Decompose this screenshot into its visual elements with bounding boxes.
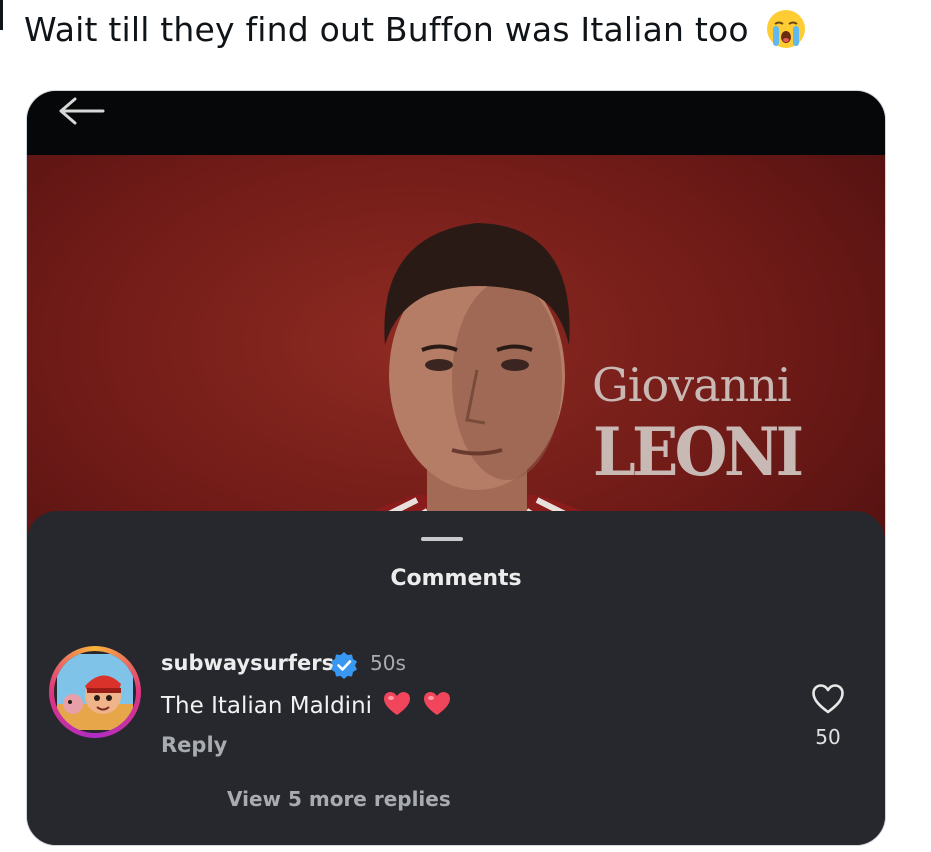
red-heart-icon <box>423 692 450 715</box>
avatar-image <box>54 651 136 733</box>
view-more-replies-button[interactable]: View 5 more replies <box>227 787 451 811</box>
drag-handle[interactable] <box>421 537 463 541</box>
verified-badge-icon <box>331 652 357 679</box>
comments-title: Comments <box>390 566 522 591</box>
like-count: 50 <box>815 725 841 749</box>
heart-outline-icon[interactable] <box>811 683 845 715</box>
top-bar <box>27 91 885 155</box>
loudly-crying-face-icon <box>765 8 807 50</box>
player-last-name: LEONI <box>593 413 804 491</box>
comment-text-content: The Italian Maldini <box>161 693 373 719</box>
comments-sheet: Comments subwaysurfers 50s The Italian M… <box>27 511 885 845</box>
player-first-name: Giovanni <box>592 358 792 412</box>
avatar[interactable] <box>49 646 141 738</box>
tweet-text-content: Wait till they find out Buffon was Itali… <box>24 10 749 49</box>
red-heart-icon <box>384 692 411 715</box>
reply-button[interactable]: Reply <box>161 733 227 757</box>
comment-text: The Italian Maldini <box>161 691 451 719</box>
screenshot-card: Giovanni LEONI Comments subwaysurfers 50… <box>26 90 886 846</box>
edge-mark <box>0 0 3 30</box>
tweet-text: Wait till they find out Buffon was Itali… <box>24 8 807 50</box>
back-arrow-icon[interactable] <box>57 97 107 125</box>
comment-time: 50s <box>370 651 406 675</box>
comment-username[interactable]: subwaysurfers <box>161 651 334 675</box>
